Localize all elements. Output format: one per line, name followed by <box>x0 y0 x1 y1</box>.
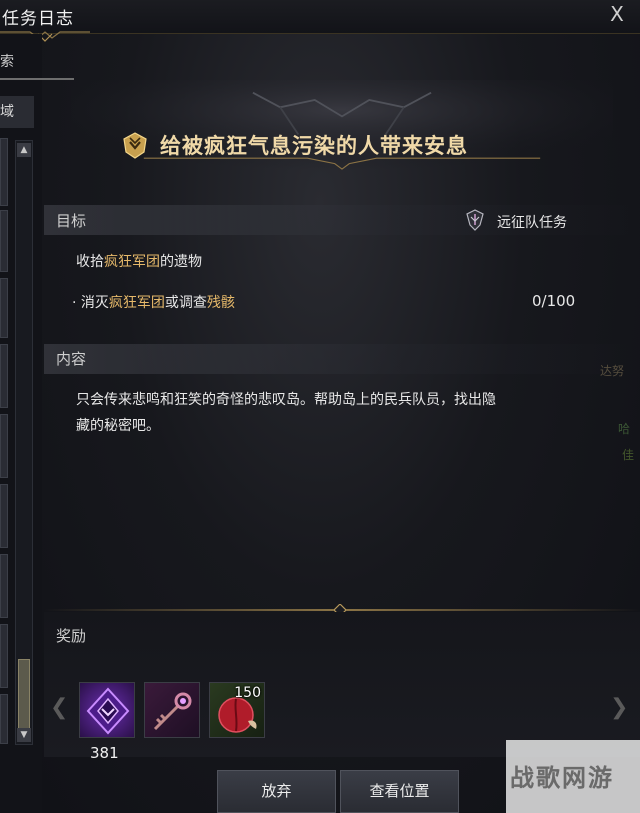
list-item[interactable] <box>0 554 8 618</box>
watermark: 战歌网游 <box>506 740 640 813</box>
search-tab[interactable]: 索 <box>0 48 74 80</box>
reward-slot-2[interactable] <box>144 682 200 738</box>
objective-sub-middle: 或调查 <box>164 295 207 311</box>
quest-crest-icon <box>123 132 147 159</box>
objective-sub: · 消灭疯狂军团或调查残骸 <box>72 292 235 312</box>
list-item[interactable] <box>0 484 8 548</box>
quest-type-label: 远征队任务 <box>497 215 567 231</box>
quest-log-window: 任务日志 X 索 域 ▲ ▼ 给被疯狂气息污染的人带来安息 目标 远征队任务 收… <box>0 0 640 813</box>
background-text-3: 佳 <box>622 448 635 462</box>
background-text-2: 哈 <box>618 422 631 436</box>
scroll-down-arrow-icon[interactable]: ▼ <box>17 728 31 742</box>
list-item[interactable] <box>0 624 8 688</box>
objective-progress: 0/100 <box>532 292 576 310</box>
list-item[interactable] <box>0 344 8 408</box>
scroll-up-arrow-icon[interactable]: ▲ <box>17 143 31 157</box>
objective-main: 收拾疯狂军团的遗物 <box>76 251 202 271</box>
objective-main-prefix: 收拾 <box>76 254 104 270</box>
reward-label: 奖励 <box>56 627 87 645</box>
watermark-text: 战歌网游 <box>510 764 614 792</box>
expedition-crest-icon <box>466 209 484 231</box>
list-item[interactable] <box>0 210 8 272</box>
purple-crystal-icon <box>86 687 130 735</box>
objective-sub-highlight-2: 残骸 <box>206 295 235 311</box>
reward-next-arrow-icon[interactable]: ❯ <box>610 695 628 721</box>
objective-main-highlight: 疯狂军团 <box>104 254 160 270</box>
objective-sub-highlight-1: 疯狂军团 <box>108 295 165 311</box>
objective-main-suffix: 的遗物 <box>160 254 202 270</box>
title-bar: 任务日志 X <box>0 0 640 34</box>
content-label: 内容 <box>56 350 87 368</box>
content-line-2: 藏的秘密吧。 <box>76 418 160 434</box>
objective-sub-prefix: 消灭 <box>80 295 109 311</box>
ornate-key-icon <box>153 692 192 731</box>
reward-prev-arrow-icon[interactable]: ❮ <box>50 695 68 721</box>
objective-label: 目标 <box>56 212 87 230</box>
reward-1-count: 381 <box>90 744 119 762</box>
quest-list <box>0 138 13 748</box>
reward-slot-3[interactable]: 150 <box>209 682 265 738</box>
reward-slot-1[interactable] <box>79 682 135 738</box>
list-item[interactable] <box>0 138 8 206</box>
view-location-button[interactable]: 查看位置 <box>340 770 459 813</box>
list-item[interactable] <box>0 694 8 744</box>
list-item[interactable] <box>0 278 8 338</box>
background-text-1: 达努 <box>600 364 625 378</box>
content-line-1: 只会传来悲鸣和狂笑的奇怪的悲叹岛。帮助岛上的民兵队员，找出隐 <box>76 392 496 408</box>
reward-3-count: 150 <box>234 685 261 701</box>
quest-list-scrollbar[interactable]: ▲ ▼ <box>15 140 33 745</box>
quest-title: 给被疯狂气息污染的人带来安息 <box>160 134 468 158</box>
close-button[interactable]: X <box>606 4 628 26</box>
content-section-bar <box>44 344 640 374</box>
bullet: · <box>72 295 77 311</box>
abandon-button[interactable]: 放弃 <box>217 770 336 813</box>
scroll-thumb[interactable] <box>18 659 30 729</box>
region-filter-button[interactable]: 域 <box>0 96 34 128</box>
list-item[interactable] <box>0 414 8 478</box>
